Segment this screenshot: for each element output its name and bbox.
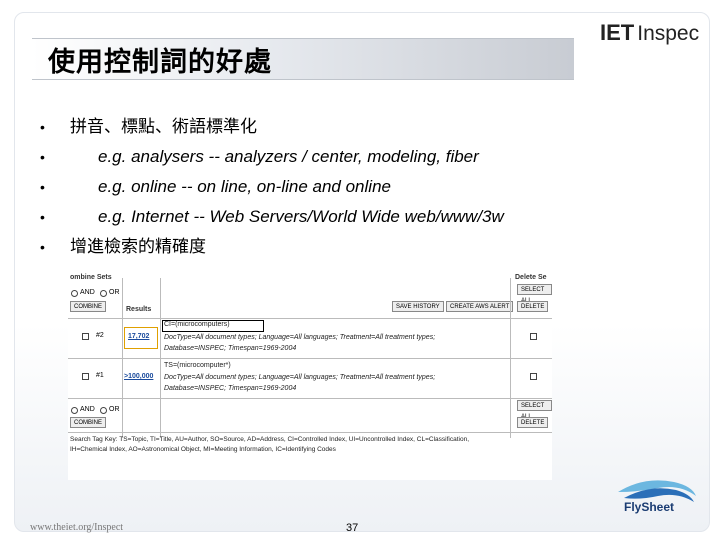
or-label: OR [109,289,120,296]
results-header: Results [126,306,152,313]
bullet-dot-icon: • [40,119,45,135]
and-label: AND [80,406,95,413]
flysheet-logo-icon [618,480,696,502]
combine-button[interactable]: COMBINE [70,301,107,312]
logo-brand: IET [600,20,635,45]
combine-sets-header: ombine Sets [70,274,112,281]
divider [68,358,552,359]
footer-url: www.theiet.org/Inspect [30,522,124,533]
bullet-text: e.g. Internet -- Web Servers/World Wide … [98,207,504,226]
query-text: TS=(microcomputer*) [164,362,231,369]
select-all-button[interactable]: SELECT ALL [517,400,552,420]
iet-inspec-logo: IET Inspec [600,20,699,46]
bullet-dot-icon: • [40,209,45,225]
set-number: #2 [96,332,104,339]
search-history-screenshot: ombine Sets Results Delete Se AND OR COM… [68,270,552,480]
flysheet-label: FlySheet [624,500,675,514]
logo-product: Inspec [637,22,700,45]
query-detail: Database=INSPEC; Timespan=1969-2004 [164,385,297,392]
or-label: OR [109,406,120,413]
combine-button[interactable]: COMBINE [70,417,107,428]
bullet-text: e.g. online -- on line, on-line and onli… [98,177,391,196]
delete-set-2-checkbox[interactable] [530,333,537,340]
bullet-text: 拼音、標點、術語標準化 [70,117,257,137]
search-tag-key: IH=Chemical Index, AO=Astronomical Objec… [70,446,336,453]
divider [68,398,552,399]
bullet-dot-icon: • [40,149,45,165]
bullet-text: 增進檢索的精確度 [70,237,206,257]
results-link-2[interactable]: 17,702 [128,333,149,340]
query-text: CI=(microcomputers) [164,321,230,328]
bullet-text: e.g. analysers -- analyzers / center, mo… [98,147,479,166]
and-radio[interactable] [71,407,78,414]
bullet-dot-icon: • [40,179,45,195]
delete-set-1-checkbox[interactable] [530,373,537,380]
page-number: 37 [346,522,359,534]
set-2-checkbox[interactable] [82,333,89,340]
set-number: #1 [96,372,104,379]
search-tag-key: Search Tag Key: TS=Topic, TI=Title, AU=A… [70,436,469,443]
and-label: AND [80,289,95,296]
set-1-checkbox[interactable] [82,373,89,380]
or-radio[interactable] [100,407,107,414]
bullet-dot-icon: • [40,239,45,255]
select-all-button[interactable]: SELECT ALL [517,284,552,304]
delete-button[interactable]: DELETE [517,417,549,428]
divider [68,318,552,319]
and-radio[interactable] [71,290,78,297]
or-radio[interactable] [100,290,107,297]
divider [68,432,552,433]
query-detail: DocType=All document types; Language=All… [164,334,436,341]
save-history-button[interactable]: SAVE HISTORY [392,301,444,312]
query-detail: Database=INSPEC; Timespan=1969-2004 [164,345,297,352]
delete-button[interactable]: DELETE [517,301,549,312]
create-alert-button[interactable]: CREATE AWS ALERT [446,301,514,312]
slide-title: 使用控制詞的好處 [48,47,272,78]
query-detail: DocType=All document types; Language=All… [164,374,436,381]
results-link-1[interactable]: >100,000 [124,373,153,380]
